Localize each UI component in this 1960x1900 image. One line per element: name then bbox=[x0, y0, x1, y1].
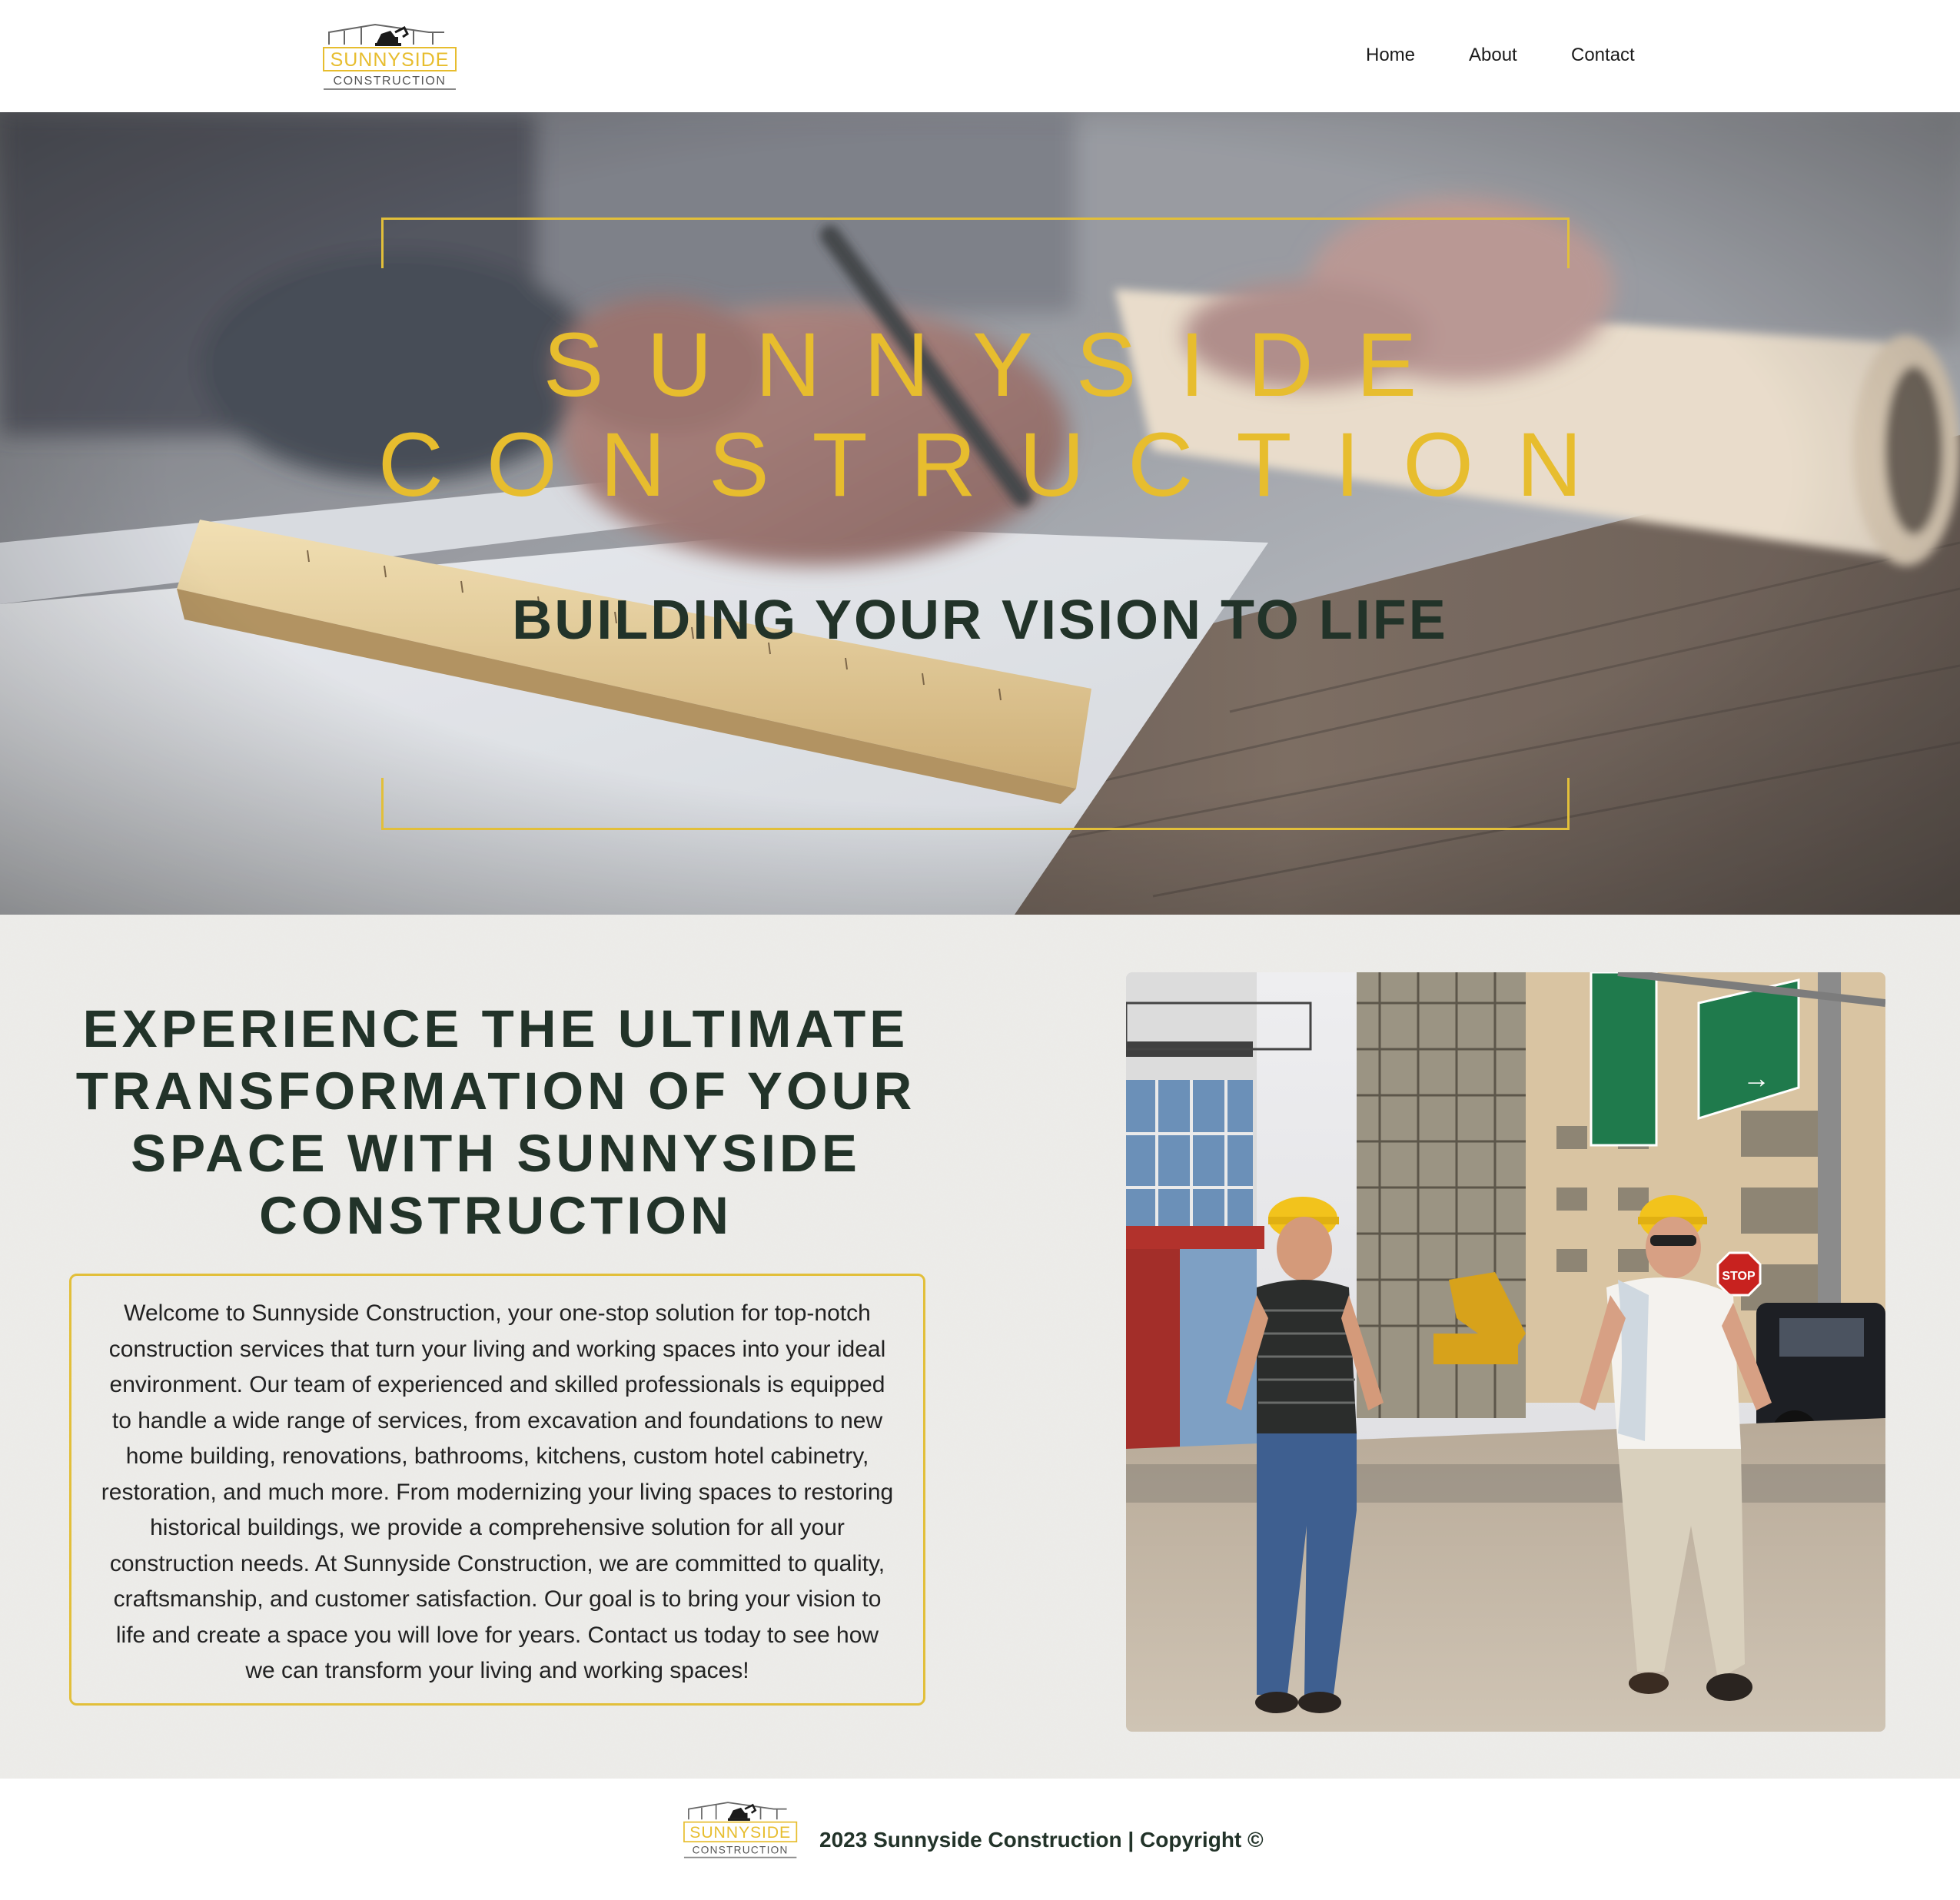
workers-photo: → STOP bbox=[1126, 972, 1885, 1732]
logo-text-bottom: CONSTRUCTION bbox=[334, 75, 447, 88]
paragraph-line: home building, renovations, bathrooms, k… bbox=[125, 1443, 869, 1469]
workers-photo-graphic: → STOP bbox=[1126, 972, 1885, 1732]
intro-headline: EXPERIENCE THE ULTIMATE TRANSFORMATION O… bbox=[46, 998, 945, 1247]
headline-line: CONSTRUCTION bbox=[259, 1186, 733, 1245]
paragraph-line: to handle a wide range of services, from… bbox=[111, 1407, 883, 1433]
paragraph-line: restoration, and much more. From moderni… bbox=[101, 1479, 894, 1505]
footer-logo-text-top: SUNNYSIDE bbox=[689, 1823, 791, 1842]
svg-text:→: → bbox=[1742, 1062, 1770, 1094]
intro-paragraph: Welcome to Sunnyside Construction, your … bbox=[87, 1296, 908, 1689]
intro-text-box: Welcome to Sunnyside Construction, your … bbox=[69, 1274, 925, 1706]
paragraph-line: environment. Our team of experienced and… bbox=[109, 1372, 885, 1397]
paragraph-line: we can transform your living and working… bbox=[245, 1658, 749, 1683]
footer-logo-text-bottom: CONSTRUCTION bbox=[693, 1844, 789, 1855]
hero-frame-bottom bbox=[381, 778, 1570, 830]
hero-title-line2: CONSTRUCTION bbox=[377, 414, 1626, 516]
nav-about-link[interactable]: About bbox=[1469, 45, 1517, 66]
stop-sign-text: STOP bbox=[1722, 1270, 1756, 1283]
headline-line: SPACE WITH SUNNYSIDE bbox=[131, 1124, 861, 1183]
main-nav: Home About Contact bbox=[0, 45, 1960, 71]
headline-line: TRANSFORMATION OF YOUR bbox=[75, 1061, 916, 1121]
site-footer: SUNNYSIDE CONSTRUCTION 2023 Sunnyside Co… bbox=[0, 1779, 1960, 1900]
paragraph-line: craftsmanship, and customer satisfaction… bbox=[113, 1586, 882, 1612]
paragraph-line: construction services that turn your liv… bbox=[108, 1336, 886, 1362]
footer-logo[interactable]: SUNNYSIDE CONSTRUCTION bbox=[682, 1799, 800, 1860]
nav-contact-link[interactable]: Contact bbox=[1571, 45, 1635, 66]
paragraph-line: Welcome to Sunnyside Construction, your … bbox=[124, 1300, 871, 1326]
hero-tagline: BUILDING YOUR VISION TO LIFE bbox=[512, 590, 1448, 651]
headline-line: EXPERIENCE THE ULTIMATE bbox=[82, 999, 909, 1058]
nav-home-link[interactable]: Home bbox=[1366, 45, 1415, 66]
hero-banner: SUNNYSIDE CONSTRUCTION BUILDING YOUR VIS… bbox=[0, 112, 1960, 915]
hero-frame-top bbox=[381, 218, 1570, 268]
paragraph-line: life and create a space you will love fo… bbox=[115, 1622, 879, 1648]
footer-logo-graphic: SUNNYSIDE CONSTRUCTION bbox=[683, 1802, 798, 1858]
site-header: SUNNYSIDE CONSTRUCTION Home About Contac… bbox=[0, 0, 1960, 112]
copyright-text: 2023 Sunnyside Construction | Copyright … bbox=[819, 1828, 1264, 1852]
hero-title-line1: SUNNYSIDE bbox=[543, 314, 1460, 416]
paragraph-line: historical buildings, we provide a compr… bbox=[150, 1515, 845, 1540]
intro-section: EXPERIENCE THE ULTIMATE TRANSFORMATION O… bbox=[0, 915, 1960, 1779]
paragraph-line: construction needs. At Sunnyside Constru… bbox=[109, 1550, 885, 1576]
